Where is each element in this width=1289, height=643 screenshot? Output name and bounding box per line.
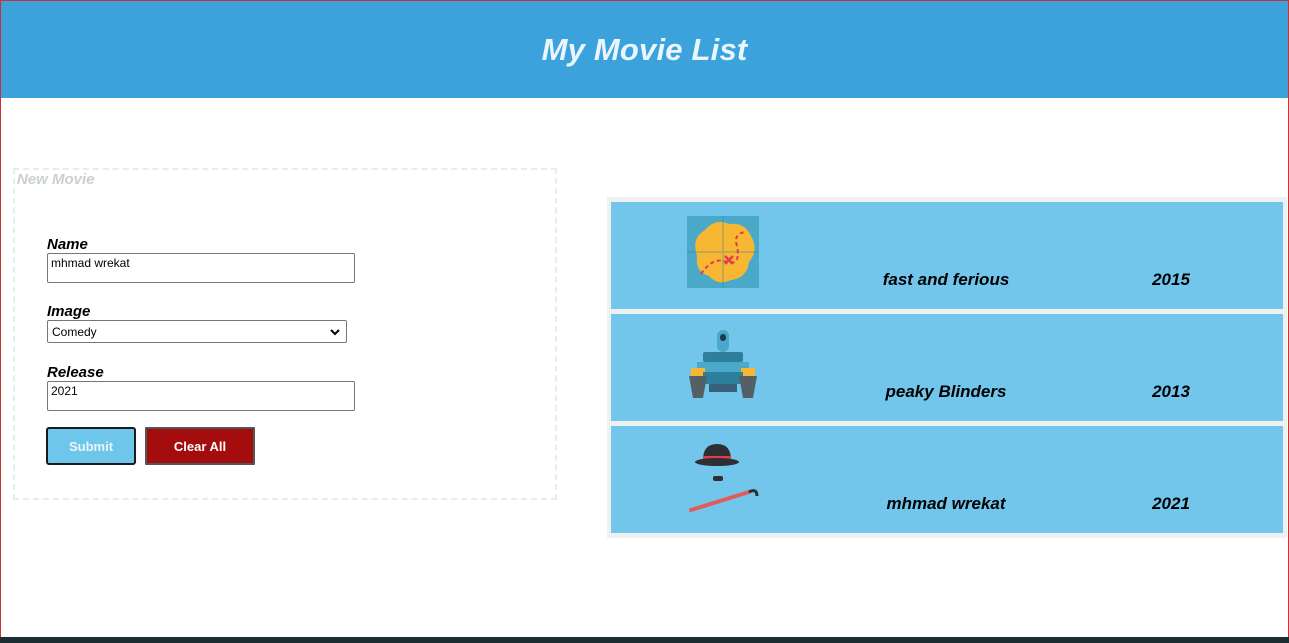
movie-name: peaky Blinders (885, 382, 1007, 401)
list-item[interactable]: fast and ferious 2015 (611, 202, 1283, 309)
name-input[interactable]: mhmad wrekat (47, 253, 355, 283)
image-select[interactable]: Comedy (47, 320, 347, 343)
release-input[interactable]: 2021 (47, 381, 355, 411)
tank-icon (689, 330, 757, 398)
page-header: My Movie List (1, 1, 1288, 98)
comedy-hat-cane-icon (689, 444, 759, 512)
release-label: Release (47, 364, 104, 381)
new-movie-form: New Movie Name mhmad wrekat Image Comedy… (13, 168, 557, 500)
chevron-down-icon (330, 328, 340, 335)
name-label: Name (47, 236, 88, 253)
movie-year: 2015 (1152, 270, 1190, 289)
page-title: My Movie List (541, 31, 748, 67)
movie-list: fast and ferious 2015 peaky Blinders 201… (607, 197, 1287, 538)
list-item[interactable]: mhmad wrekat 2021 (611, 426, 1283, 533)
movie-year: 2021 (1152, 494, 1190, 513)
list-item[interactable]: peaky Blinders 2013 (611, 314, 1283, 421)
submit-button[interactable]: Submit (46, 427, 136, 465)
treasure-map-icon (687, 216, 759, 288)
form-legend: New Movie (17, 171, 95, 188)
taskbar-edge (0, 637, 1289, 643)
movie-name: fast and ferious (882, 270, 1010, 289)
movie-year: 2013 (1152, 382, 1190, 401)
image-label: Image (47, 303, 91, 320)
clear-all-button[interactable]: Clear All (145, 427, 255, 465)
image-select-value: Comedy (52, 324, 97, 339)
movie-name: mhmad wrekat (886, 494, 1006, 513)
